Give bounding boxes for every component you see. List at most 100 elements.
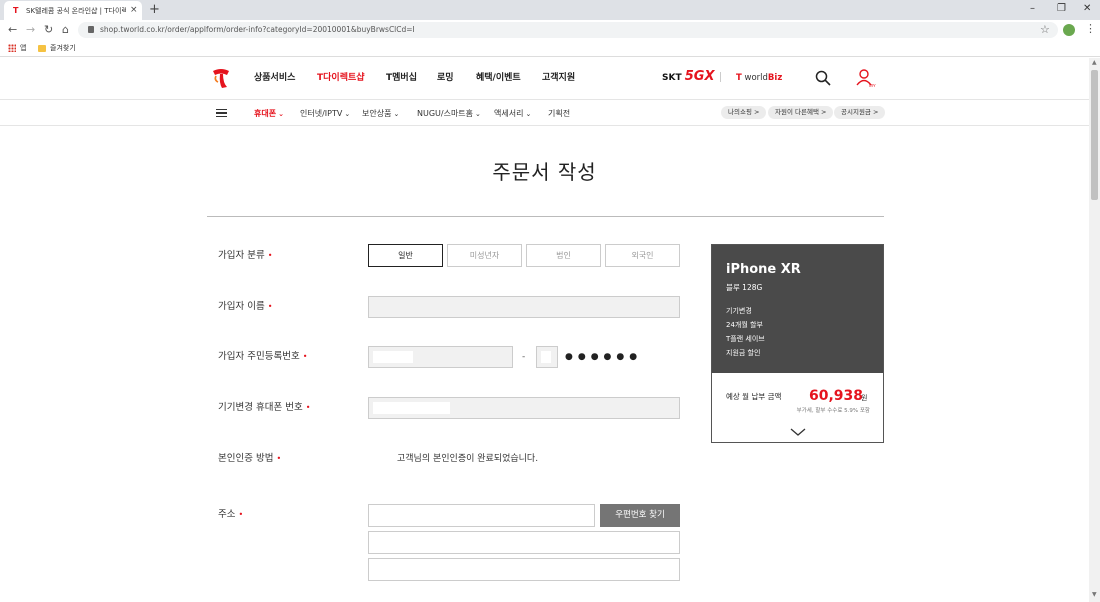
gnb-item-events[interactable]: 혜택/이벤트 bbox=[476, 72, 521, 84]
brand-5g-suffix: 5GX bbox=[684, 69, 715, 84]
bookmark-folder[interactable]: 즐겨찾기 bbox=[38, 43, 76, 53]
reload-icon[interactable]: ↻ bbox=[44, 22, 53, 38]
name-input[interactable] bbox=[368, 296, 680, 318]
device-option: 블루 128G bbox=[726, 283, 763, 292]
skt-5gx-logo[interactable]: SKT 5GX bbox=[662, 70, 715, 85]
bookmark-apps[interactable]: 앱 bbox=[8, 43, 26, 53]
window-close-icon[interactable]: ✕ bbox=[1083, 2, 1091, 16]
profile-avatar[interactable] bbox=[1063, 24, 1075, 36]
phone-label-text: 기기변경 휴대폰 번호 bbox=[218, 402, 303, 413]
chevron-down-icon: ⌄ bbox=[278, 110, 284, 118]
home-icon[interactable]: ⌂ bbox=[62, 22, 69, 38]
chevron-down-icon: ⌄ bbox=[475, 110, 481, 118]
subscriber-type-corporate[interactable]: 법인 bbox=[526, 244, 601, 267]
tworld-biz-logo[interactable]: T worldBiz bbox=[736, 72, 782, 84]
resident-id-back-input[interactable] bbox=[536, 346, 558, 368]
lnb-item-security[interactable]: 보안상품 ⌄ bbox=[362, 108, 399, 120]
page-title: 주문서 작성 bbox=[492, 160, 597, 184]
restore-icon[interactable]: ❐ bbox=[1057, 2, 1066, 16]
apps-grid-icon bbox=[8, 44, 16, 52]
scroll-up-icon[interactable]: ▲ bbox=[1092, 60, 1097, 66]
monthly-payment-note: 부가세, 할부 수수료 5.9% 포함 bbox=[796, 408, 870, 414]
user-icon[interactable]: MY bbox=[855, 68, 877, 88]
browser-tab-bar: T SK텔레콤 공식 온라인샵 | T다이렉 × + – ❐ ✕ bbox=[0, 0, 1100, 20]
lnb-item-label: 휴대폰 bbox=[254, 109, 277, 118]
phone-input[interactable] bbox=[368, 397, 680, 419]
lnb-item-label: 인터넷/IPTV bbox=[300, 109, 343, 118]
lnb-item-label: 액세서리 bbox=[494, 109, 524, 118]
subscriber-type-foreigner[interactable]: 외국인 bbox=[605, 244, 680, 267]
subscriber-type-label-text: 가입자 분류 bbox=[218, 250, 265, 261]
tab-title: SK텔레콤 공식 온라인샵 | T다이렉 bbox=[26, 7, 126, 15]
monthly-payment-label: 예상 월 납부 금액 bbox=[726, 392, 782, 401]
auth-method-label: 본인인증 방법 • bbox=[218, 452, 281, 466]
name-label: 가입자 이름 • bbox=[218, 300, 272, 314]
lnb-item-label: NUGU/스마트홈 bbox=[417, 109, 474, 118]
resident-id-dash: - bbox=[522, 352, 526, 362]
required-mark: • bbox=[267, 302, 273, 311]
summary-detail: 24개월 할부 bbox=[726, 321, 763, 329]
page-viewport: 상품서비스 T다이렉트샵 T멤버십 로밍 혜택/이벤트 고객지원 SKT 5GX… bbox=[0, 58, 1089, 602]
resident-id-label: 가입자 주민등록번호 • bbox=[218, 350, 307, 364]
scroll-down-icon[interactable]: ▼ bbox=[1092, 592, 1097, 598]
find-zipcode-button[interactable]: 우편번호 찾기 bbox=[600, 504, 680, 527]
name-label-text: 가입자 이름 bbox=[218, 301, 265, 312]
lnb-item-promotions[interactable]: 기획전 bbox=[548, 108, 570, 119]
resident-id-front-input[interactable] bbox=[368, 346, 513, 368]
order-summary-panel: iPhone XR 블루 128G 기기변경 24개월 할부 T플랜 세이브 지… bbox=[711, 244, 884, 443]
title-divider bbox=[207, 216, 884, 217]
browser-tab[interactable]: T SK텔레콤 공식 온라인샵 | T다이렉 × bbox=[4, 1, 142, 20]
page-scrollbar[interactable]: ▲ ▼ bbox=[1089, 58, 1100, 602]
hamburger-menu-icon[interactable] bbox=[216, 109, 227, 117]
search-icon[interactable] bbox=[815, 70, 831, 86]
required-mark: • bbox=[238, 510, 244, 519]
bookmark-star-icon[interactable]: ☆ bbox=[1040, 23, 1050, 37]
back-icon[interactable]: ← bbox=[8, 22, 17, 38]
masked-value bbox=[541, 351, 551, 363]
resident-id-label-text: 가입자 주민등록번호 bbox=[218, 351, 300, 362]
pill-my-shopping[interactable]: 나의쇼핑 > bbox=[721, 106, 767, 119]
pill-benefits[interactable]: 자원이 다른혜택 > bbox=[768, 106, 834, 119]
subscriber-type-general[interactable]: 일반 bbox=[368, 244, 443, 267]
t-logo-icon[interactable] bbox=[212, 67, 230, 89]
gnb-item-roaming[interactable]: 로밍 bbox=[437, 72, 454, 84]
lnb-item-label: 보안상품 bbox=[362, 109, 392, 118]
lnb-item-internet[interactable]: 인터넷/IPTV ⌄ bbox=[300, 108, 350, 120]
lnb-item-phone[interactable]: 휴대폰 ⌄ bbox=[254, 108, 284, 120]
address-line2-input[interactable] bbox=[368, 558, 680, 581]
summary-header: iPhone XR 블루 128G 기기변경 24개월 할부 T플랜 세이브 지… bbox=[712, 245, 883, 373]
required-mark: • bbox=[302, 352, 308, 361]
auth-status-text: 고객님의 본인인증이 완료되었습니다. bbox=[397, 454, 539, 464]
gnb-item-direct-shop[interactable]: T다이렉트샵 bbox=[317, 72, 365, 84]
user-icon-caption: MY bbox=[869, 83, 876, 88]
summary-detail: 기기변경 bbox=[726, 307, 752, 315]
brand-world: world bbox=[744, 73, 768, 83]
phone-label: 기기변경 휴대폰 번호 • bbox=[218, 401, 310, 415]
summary-detail: T플랜 세이브 bbox=[726, 335, 765, 343]
tab-close-icon[interactable]: × bbox=[130, 5, 138, 15]
gnb-item-products[interactable]: 상품서비스 bbox=[254, 72, 295, 84]
address-line1-input[interactable] bbox=[368, 531, 680, 554]
lnb-item-accessory[interactable]: 액세서리 ⌄ bbox=[494, 108, 531, 120]
bookmarks-bar: 앱 즐겨찾기 bbox=[0, 40, 1100, 57]
lnb-item-nugu[interactable]: NUGU/스마트홈 ⌄ bbox=[417, 108, 481, 120]
bookmark-apps-label: 앱 bbox=[20, 44, 27, 52]
menu-kebab-icon[interactable]: ⋮ bbox=[1085, 22, 1096, 36]
gnb-item-membership[interactable]: T멤버십 bbox=[386, 72, 417, 84]
zipcode-input[interactable] bbox=[368, 504, 595, 527]
chevron-down-icon[interactable] bbox=[790, 427, 806, 437]
required-mark: • bbox=[276, 454, 282, 463]
scrollbar-thumb[interactable] bbox=[1091, 70, 1098, 200]
minimize-icon[interactable]: – bbox=[1030, 2, 1035, 16]
masked-value bbox=[373, 351, 413, 363]
pill-subsidy[interactable]: 공시지원금 > bbox=[834, 106, 886, 119]
address-bar[interactable]: shop.tworld.co.kr/order/applform/order-i… bbox=[78, 22, 1058, 38]
tworld-favicon-icon: T bbox=[13, 6, 19, 15]
subscriber-type-minor[interactable]: 미성년자 bbox=[447, 244, 522, 267]
summary-detail: 지원금 할인 bbox=[726, 349, 761, 357]
forward-icon[interactable]: → bbox=[26, 22, 35, 38]
monthly-payment-amount: 60,938 bbox=[809, 388, 864, 404]
monthly-payment-unit: 원 bbox=[861, 394, 868, 402]
gnb-item-support[interactable]: 고객지원 bbox=[542, 72, 575, 84]
new-tab-button[interactable]: + bbox=[149, 2, 160, 18]
